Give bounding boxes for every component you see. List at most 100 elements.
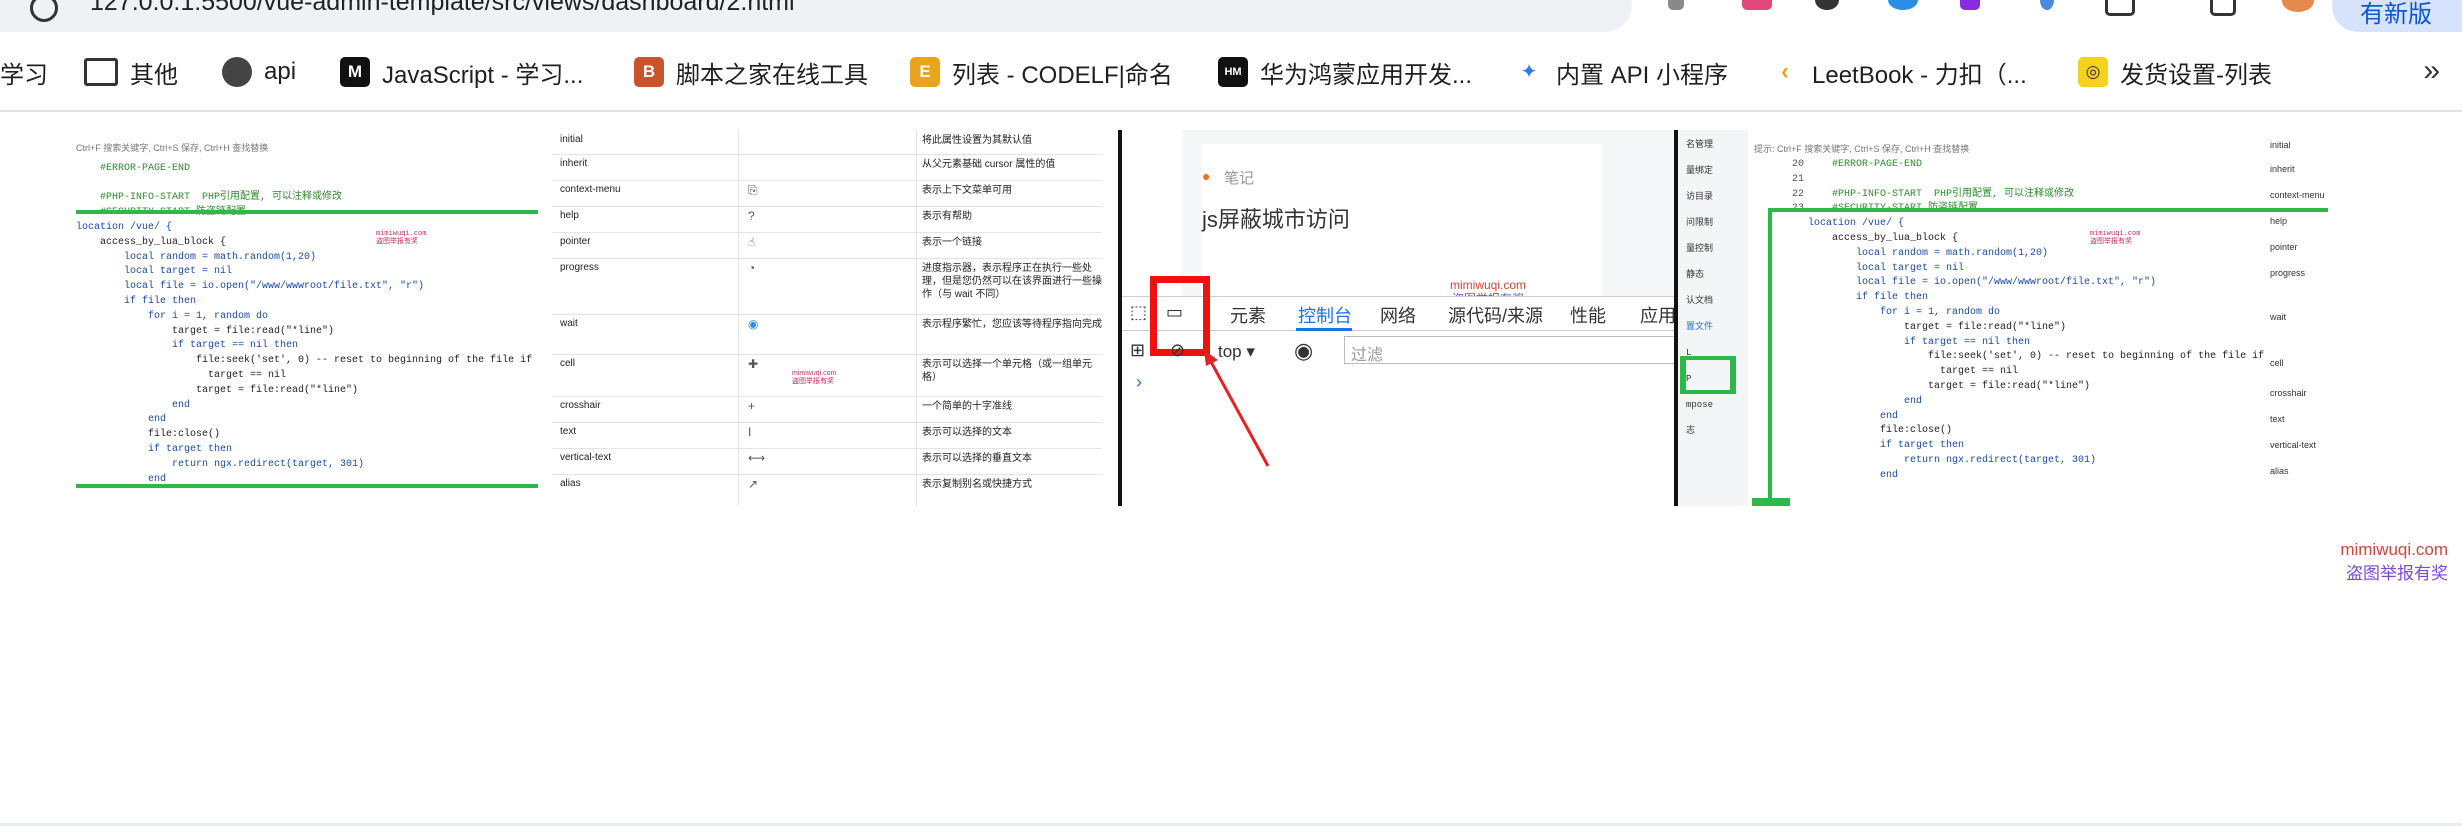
cursor-icon: ◉ <box>748 317 759 331</box>
table-divider <box>738 130 739 506</box>
cursor-desc: 将此属性设置为其默认值 <box>922 135 1032 146</box>
cursor-list-item: progress <box>2270 268 2306 278</box>
extension-purple-icon[interactable] <box>1960 0 1980 10</box>
cursor-icon: ⎘ <box>748 183 758 197</box>
console-prompt[interactable]: › <box>1136 372 1142 393</box>
side-menu-item[interactable]: 置文件 <box>1686 320 1713 335</box>
code-line: #ERROR-PAGE-END <box>1808 159 1923 170</box>
cursor-list-item: crosshair <box>2270 388 2307 398</box>
extension-square-icon[interactable] <box>2105 0 2135 16</box>
watermark-line-2: 盗图举报有奖 <box>2346 564 2448 583</box>
bookmark-label: 列表 - CODELF|命名 <box>952 61 1173 89</box>
page-preview: ● 笔记 js屏蔽城市访问 mimiwuqi.com 盗图举报有奖 <box>1182 130 1676 306</box>
side-menu-item[interactable]: 量控制 <box>1686 242 1713 257</box>
bookmark-item[interactable]: B 脚本之家在线工具 <box>634 56 868 89</box>
code-line: end <box>1808 469 1899 481</box>
cursor-name: crosshair <box>560 400 601 411</box>
cursor-list-item: context-menu <box>2270 190 2325 200</box>
more-bookmarks-icon[interactable]: » <box>2423 54 2440 88</box>
side-menu-item[interactable]: P <box>1686 372 1691 387</box>
cursor-desc: 进度指示器，表示程序正在执行一些处理，但是您仍然可以在该界面进行一些操作（与 w… <box>922 263 1102 300</box>
sidebar-toggle-icon[interactable]: ⊞ <box>1130 340 1145 361</box>
code-line: if file then <box>1808 292 1929 304</box>
eye-icon[interactable]: ◉ <box>1294 338 1313 364</box>
table-divider <box>916 130 917 506</box>
tab-console[interactable]: 控制台 <box>1298 302 1352 328</box>
side-menu-item[interactable]: 量绑定 <box>1686 164 1713 179</box>
bookmark-item[interactable]: M JavaScript - 学习... <box>340 56 583 89</box>
bookmark-item[interactable]: E 列表 - CODELF|命名 <box>910 56 1173 89</box>
tab-grid-icon[interactable] <box>2210 0 2236 16</box>
clear-console-icon[interactable]: ⊘ <box>1170 340 1185 361</box>
side-menu: 名管理 量绑定 访目录 问限制 量控制 静态 认文档 置文件 L Pmpose 志 <box>1678 130 1748 506</box>
code-line: return ngx.redirect(target, 301) <box>76 458 365 470</box>
cursor-list-item: initial <box>2270 140 2291 150</box>
side-menu-item[interactable]: mpose <box>1686 398 1713 413</box>
update-button[interactable]: 有新版 <box>2332 0 2462 32</box>
side-menu-item[interactable]: 问限制 <box>1686 216 1713 231</box>
cursor-list-item: vertical-text <box>2270 440 2317 450</box>
code-line: target = file:read("*line") <box>76 325 335 337</box>
side-menu-item[interactable]: 志 <box>1686 424 1695 439</box>
tab-elements[interactable]: 元素 <box>1230 302 1266 328</box>
bookmark-item[interactable]: 学习 <box>0 56 48 89</box>
note-title: js屏蔽城市访问 <box>1202 207 1350 232</box>
cursor-icon: + <box>748 399 756 413</box>
code-line: access_by_lua_block { <box>1808 232 1959 244</box>
tab-application[interactable]: 应用 <box>1640 302 1676 328</box>
bookmark-folder-other[interactable]: 其他 <box>84 56 178 89</box>
cursor-desc: 表示可以选择一个单元格（或一组单元格） <box>922 359 1092 383</box>
url-text[interactable]: 127.0.0.1:5500/vue-admin-template/src/vi… <box>90 0 795 17</box>
bookmark-item[interactable]: api <box>222 56 296 88</box>
table-row: alias ↗ 表示复制别名或快捷方式 <box>552 474 1102 506</box>
code-line: if file then <box>76 295 197 307</box>
tab-network[interactable]: 网络 <box>1380 302 1416 328</box>
table-row: wait ◉ 表示程序繁忙，您应该等待程序指向完成 <box>552 314 1102 355</box>
code-line: end <box>1808 410 1899 422</box>
profile-avatar-icon[interactable] <box>2282 0 2314 12</box>
bookmark-label: LeetBook - 力扣（... <box>1812 61 2027 89</box>
code-line: local target = nil <box>76 266 233 278</box>
side-menu-item[interactable]: 访目录 <box>1686 190 1713 205</box>
cursor-list-item: alias <box>2270 466 2289 476</box>
watermark-line-1: mimiwuqi.com <box>2340 540 2448 559</box>
site-info-icon[interactable] <box>30 0 58 22</box>
cursor-desc: 表示一个链接 <box>922 237 982 248</box>
bookmark-label: api <box>264 58 297 85</box>
code-line: end <box>76 399 191 411</box>
highlight-line-bottom <box>76 484 538 488</box>
extension-compass-icon[interactable] <box>1888 0 1918 10</box>
side-menu-item[interactable]: 静态 <box>1686 268 1704 283</box>
table-row: pointer ☝ 表示一个链接 <box>552 232 1102 259</box>
bookmark-item[interactable]: ‹ LeetBook - 力扣（... <box>1770 56 2027 89</box>
side-menu-item[interactable]: 认文档 <box>1686 294 1713 309</box>
extension-circles-icon[interactable] <box>1815 0 1839 10</box>
side-menu-item[interactable]: 名管理 <box>1686 138 1713 153</box>
code-line: target = file:read("*line") <box>76 384 359 396</box>
bookmark-item[interactable]: ◎ 发货设置-列表 <box>2078 56 2272 89</box>
tab-performance[interactable]: 性能 <box>1570 302 1606 328</box>
cursor-icon: ☝ <box>748 235 756 249</box>
extension-ca-icon[interactable] <box>1742 0 1772 10</box>
code-line: local target = nil <box>1808 262 1965 274</box>
cursor-icon: ⟷ <box>748 451 766 465</box>
address-bar[interactable]: 127.0.0.1:5500/vue-admin-template/src/vi… <box>0 0 1632 32</box>
menu-highlight-bottom <box>1680 390 1736 394</box>
cursor-name: initial <box>560 134 583 145</box>
shipping-icon: ◎ <box>2078 57 2108 87</box>
extension-blue-icon[interactable] <box>2040 0 2054 10</box>
code-line: local random = math.random(1,20) <box>1808 247 2049 259</box>
bookmark-item[interactable]: ✦ 内置 API 小程序 <box>1514 56 1728 89</box>
cursor-list-item: help <box>2270 216 2288 226</box>
extension-filter-icon[interactable] <box>1668 0 1684 10</box>
code-line: target = file:read("*line") <box>1808 380 2091 392</box>
active-tab-indicator <box>1296 328 1352 331</box>
filter-input[interactable]: 过滤 <box>1344 336 1676 364</box>
bookmark-item[interactable]: HM 华为鸿蒙应用开发... <box>1218 56 1472 89</box>
miniprogram-icon: ✦ <box>1520 61 1538 83</box>
inspect-icon[interactable]: ⬚ <box>1130 302 1147 323</box>
tab-sources[interactable]: 源代码/来源 <box>1448 302 1543 328</box>
code-line: file:close() <box>76 429 221 441</box>
table-row: crosshair + 一个简单的十字准线 <box>552 396 1102 423</box>
menu-highlight-top <box>1680 356 1736 360</box>
